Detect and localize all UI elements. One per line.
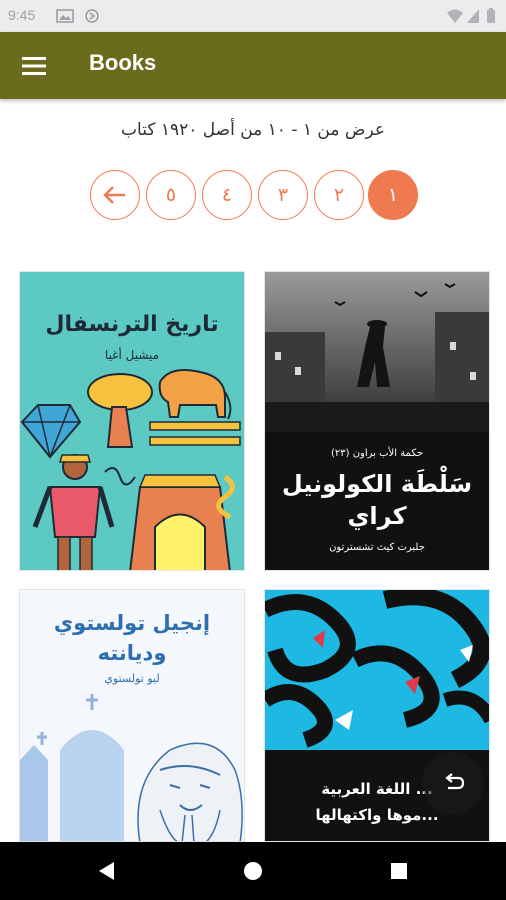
home-circle-icon — [244, 862, 262, 880]
system-navigation-bar — [0, 842, 506, 900]
cover-illustration — [20, 694, 243, 841]
recents-square-icon — [391, 863, 407, 879]
book-author: جلبرت كيث تشسترتون — [329, 542, 425, 553]
page-button-4[interactable]: ٤ — [202, 170, 252, 220]
image-notification-icon — [56, 8, 74, 28]
undo-icon — [445, 773, 464, 790]
app-title: Books — [89, 50, 157, 75]
page-button-3[interactable]: ٣ — [258, 170, 308, 220]
cover-illustration — [265, 272, 489, 432]
cover-illustration — [20, 369, 241, 570]
hamburger-icon — [22, 57, 46, 75]
status-bar: 9:45 — [0, 0, 506, 32]
signal-icon — [466, 8, 480, 28]
status-time: 9:45 — [8, 7, 36, 23]
sync-notification-icon — [84, 8, 100, 28]
book-title: إنجيل تولستوي وديانته — [53, 611, 211, 665]
wifi-icon — [446, 8, 464, 28]
menu-button[interactable] — [14, 46, 54, 86]
book-card[interactable]: تاريخ الترنسفال ميشيل أغيا — [19, 271, 245, 571]
undo-button[interactable] — [422, 752, 484, 814]
next-page-button[interactable] — [90, 170, 140, 220]
book-card[interactable]: حكمة الأب براون (٢٣) سَلْطَة الكولونيل ك… — [264, 271, 490, 571]
book-title: سَلْطَة الكولونيل كراي — [281, 470, 473, 530]
home-button[interactable] — [238, 856, 268, 886]
pagination: ٥ ٤ ٣ ٢ ١ — [90, 170, 418, 220]
book-title: تاريخ الترنسفال — [45, 312, 219, 337]
battery-icon — [486, 8, 496, 28]
book-card[interactable]: إنجيل تولستوي وديانته ليو تولستوي — [19, 589, 245, 842]
app-bar: Books — [0, 32, 506, 99]
book-author: ليو تولستوي — [104, 672, 160, 685]
recents-button[interactable] — [384, 856, 414, 886]
page-button-1[interactable]: ١ — [368, 170, 418, 220]
results-summary: عرض من ١ - ١٠ من أصل ١٩٢٠ كتاب — [121, 120, 385, 140]
page-button-2[interactable]: ٢ — [314, 170, 364, 220]
page-button-5[interactable]: ٥ — [146, 170, 196, 220]
arrow-left-icon — [103, 186, 125, 204]
book-author: ميشيل أغيا — [104, 348, 160, 362]
book-series: حكمة الأب براون (٢٣) — [330, 448, 424, 459]
back-triangle-icon — [99, 862, 114, 880]
back-button[interactable] — [92, 856, 122, 886]
